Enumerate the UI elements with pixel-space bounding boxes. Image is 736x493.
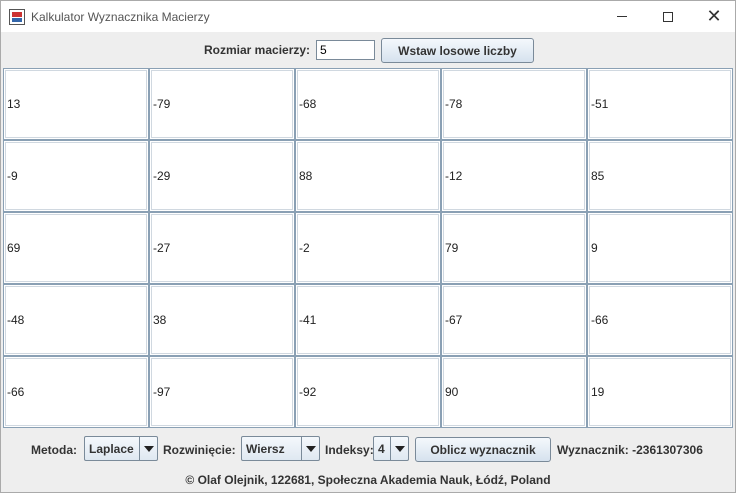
matrix-cell[interactable]: -41 bbox=[295, 284, 441, 356]
matrix-cell[interactable]: -51 bbox=[587, 68, 733, 140]
matrix-cell[interactable]: -66 bbox=[587, 284, 733, 356]
matrix-cell[interactable]: -2 bbox=[295, 212, 441, 284]
method-label: Metoda: bbox=[31, 443, 77, 457]
matrix-cell[interactable]: -27 bbox=[149, 212, 295, 284]
matrix-cell[interactable]: -67 bbox=[441, 284, 587, 356]
determinant-result: Wyznacznik: -2361307306 bbox=[557, 443, 703, 457]
minimize-button[interactable] bbox=[599, 1, 645, 32]
matrix-cell[interactable]: -12 bbox=[441, 140, 587, 212]
matrix-cell[interactable]: 79 bbox=[441, 212, 587, 284]
insert-random-numbers-button[interactable]: Wstaw losowe liczby bbox=[381, 38, 534, 63]
copyright-footer: © Olaf Olejnik, 122681, Społeczna Akadem… bbox=[185, 473, 551, 487]
close-button[interactable]: ✕ bbox=[691, 1, 736, 32]
chevron-down-icon[interactable] bbox=[390, 437, 408, 460]
matrix-cell[interactable]: -48 bbox=[3, 284, 149, 356]
window-title: Kalkulator Wyznacznika Macierzy bbox=[31, 10, 210, 24]
title-bar[interactable]: Kalkulator Wyznacznika Macierzy ✕ bbox=[1, 1, 735, 32]
index-select[interactable]: 4 bbox=[373, 436, 409, 461]
matrix-cell[interactable]: -97 bbox=[149, 356, 295, 428]
expansion-select[interactable]: Wiersz bbox=[241, 436, 320, 461]
matrix-size-panel: Rozmiar macierzy: Wstaw losowe liczby bbox=[1, 32, 735, 68]
matrix-cell[interactable]: -92 bbox=[295, 356, 441, 428]
maximize-icon bbox=[663, 11, 673, 22]
matrix-cell[interactable]: 90 bbox=[441, 356, 587, 428]
matrix-cell[interactable]: 13 bbox=[3, 68, 149, 140]
index-label: Indeksy: bbox=[325, 443, 374, 457]
matrix-cell[interactable]: -79 bbox=[149, 68, 295, 140]
matrix-cell[interactable]: -66 bbox=[3, 356, 149, 428]
matrix-cell[interactable]: 19 bbox=[587, 356, 733, 428]
matrix-cell[interactable]: -9 bbox=[3, 140, 149, 212]
method-select[interactable]: Laplace bbox=[84, 436, 158, 461]
chevron-down-icon[interactable] bbox=[139, 437, 157, 460]
app-window: Kalkulator Wyznacznika Macierzy ✕ Rozmia… bbox=[0, 0, 736, 493]
java-app-icon bbox=[9, 9, 25, 25]
matrix-cell[interactable]: 85 bbox=[587, 140, 733, 212]
method-select-value: Laplace bbox=[89, 441, 134, 456]
index-select-value: 4 bbox=[378, 441, 385, 456]
matrix-size-input[interactable] bbox=[316, 40, 375, 60]
calculation-panel: Metoda: Laplace Rozwinięcie: Wiersz Inde… bbox=[1, 433, 735, 465]
minimize-icon bbox=[617, 16, 627, 17]
matrix-grid: 13 -79 -68 -78 -51 -9 -29 88 -12 85 69 -27 -2 79 9 -48 3… bbox=[3, 68, 733, 428]
matrix-cell[interactable]: 69 bbox=[3, 212, 149, 284]
matrix-size-label: Rozmiar macierzy: bbox=[204, 43, 311, 57]
chevron-down-icon[interactable] bbox=[301, 437, 319, 460]
matrix-cell[interactable]: 38 bbox=[149, 284, 295, 356]
matrix-cell[interactable]: -29 bbox=[149, 140, 295, 212]
matrix-cell[interactable]: -68 bbox=[295, 68, 441, 140]
expansion-label: Rozwinięcie: bbox=[163, 443, 236, 457]
calculate-determinant-button[interactable]: Oblicz wyznacznik bbox=[415, 437, 551, 462]
maximize-button[interactable] bbox=[645, 1, 691, 32]
expansion-select-value: Wiersz bbox=[246, 441, 285, 456]
matrix-cell[interactable]: 88 bbox=[295, 140, 441, 212]
matrix-cell[interactable]: -78 bbox=[441, 68, 587, 140]
close-icon: ✕ bbox=[706, 5, 722, 27]
matrix-cell[interactable]: 9 bbox=[587, 212, 733, 284]
